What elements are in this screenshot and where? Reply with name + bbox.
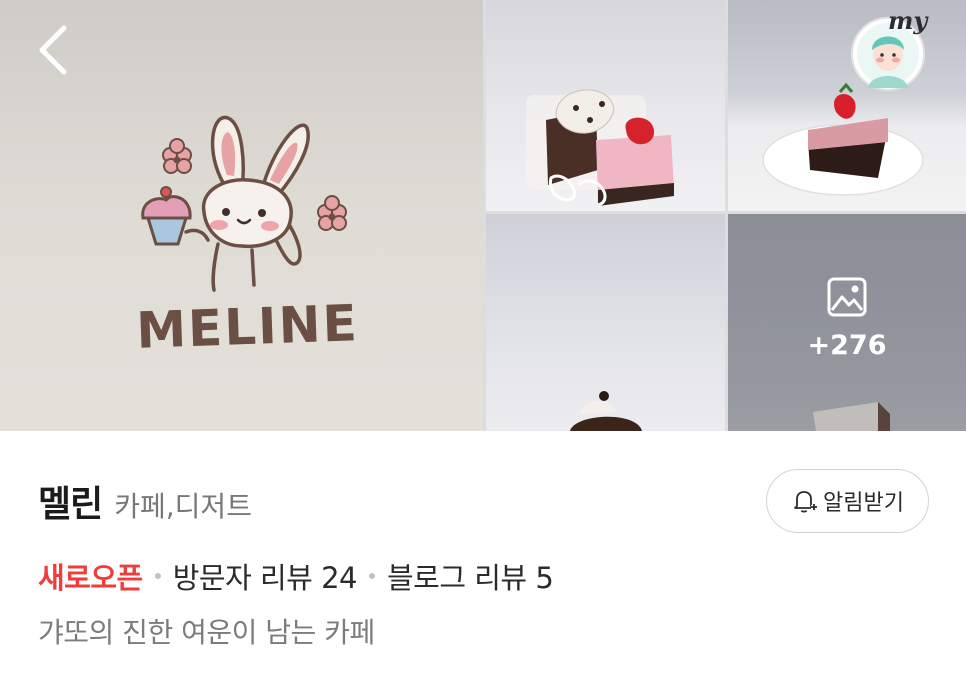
- title-row: 멜린 카페,디저트: [38, 475, 252, 527]
- photo-gallery: MELINE +276: [0, 0, 966, 431]
- separator-dot: [368, 573, 375, 579]
- blog-reviews-link[interactable]: 블로그 리뷰 5: [387, 555, 554, 597]
- photo-thumbnail-2[interactable]: [728, 0, 966, 211]
- place-category: 카페,디저트: [114, 490, 252, 523]
- more-photos-overlay[interactable]: [728, 214, 966, 431]
- cake-box-photo: [526, 89, 674, 207]
- back-arrow-icon[interactable]: [30, 22, 76, 80]
- separator-dot: [154, 573, 161, 579]
- alarm-subscribe-label: 알림받기: [823, 491, 904, 516]
- image-icon: [827, 277, 867, 317]
- visitor-reviews-link[interactable]: 방문자 리뷰 24: [173, 555, 358, 597]
- more-photos-count[interactable]: +276: [782, 330, 912, 361]
- place-info: 멜린 카페,디저트 알림받기 새로오픈 방문자 리뷰 24 블로그 리뷰 5 갸…: [0, 431, 966, 683]
- new-open-badge: 새로오픈: [38, 561, 143, 595]
- gateau-photo: [570, 391, 642, 431]
- brand-logo-text: MELINE: [135, 294, 360, 360]
- strawberry-cake-photo: [762, 82, 924, 196]
- place-description: 갸또의 진한 여운이 남는 카페: [38, 616, 375, 649]
- alarm-subscribe-button[interactable]: 알림받기: [766, 469, 929, 533]
- my-label[interactable]: my: [888, 6, 927, 35]
- meta-row: 새로오픈 방문자 리뷰 24 블로그 리뷰 5: [38, 555, 554, 597]
- photo-thumbnail-1[interactable]: [486, 0, 725, 211]
- place-name: 멜린: [38, 484, 103, 525]
- bell-plus-icon: [794, 491, 818, 513]
- photo-thumbnail-3[interactable]: [486, 214, 725, 431]
